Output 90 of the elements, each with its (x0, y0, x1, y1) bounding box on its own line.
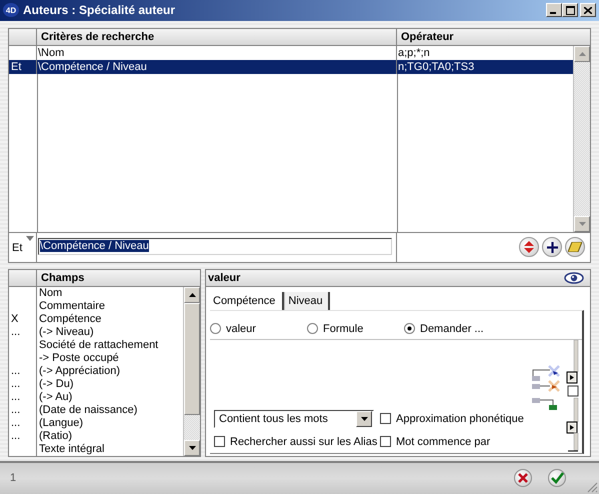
column-header: Champs (40, 270, 86, 286)
cancel-button[interactable] (514, 469, 532, 488)
list-item[interactable]: ... (Date de naissance) (9, 404, 183, 417)
checkbox-icon[interactable] (214, 436, 225, 448)
criterion-field[interactable]: \Compétence / Niveau (38, 238, 392, 255)
list-item[interactable]: Société de rattachement (9, 338, 183, 352)
list-item[interactable]: ... (-> Du) (9, 378, 183, 391)
radio-checked-icon[interactable] (404, 323, 415, 334)
field-name: Compétence (38, 312, 102, 326)
scrollbar[interactable] (573, 46, 590, 232)
app-logo: 4D (3, 3, 19, 18)
minimize-button[interactable] (546, 3, 562, 18)
x-icon (517, 472, 529, 484)
radio-icon[interactable] (307, 323, 318, 334)
column-header: Opérateur (400, 30, 455, 45)
close-button[interactable] (580, 3, 596, 18)
field-name: Nom (38, 286, 64, 300)
field-name: -> Poste occupé (38, 352, 120, 365)
scroll-up-button[interactable] (184, 286, 200, 303)
column-header: Critères de recherche (37, 28, 397, 45)
checkbox-icon[interactable] (380, 436, 391, 448)
down-arrow-icon (578, 222, 586, 226)
list-item[interactable]: -> Poste occupé (9, 352, 183, 365)
radio-icon[interactable] (210, 323, 221, 334)
conjunction-label: Et (12, 242, 22, 254)
up-arrow-icon (188, 292, 196, 297)
table-row[interactable]: Et \Compétence / Niveau n;TG0;TA0;TS3 (9, 60, 573, 74)
field-name: (-> Niveau) (38, 326, 95, 339)
field-name: (-> Appréciation) (38, 364, 122, 378)
checkbox-icon[interactable] (380, 413, 391, 424)
panel-title: valeur (208, 272, 240, 284)
field-name: (Langue) (38, 416, 84, 430)
list-item[interactable]: Nom (9, 286, 183, 300)
field-mark: ... (9, 404, 37, 417)
eraser-icon (568, 242, 582, 252)
checkmark-icon (550, 472, 564, 484)
field-name: (Date de naissance) (38, 404, 138, 417)
field-name: Texte intégral (38, 442, 106, 456)
radio-option[interactable]: Demander ... (404, 322, 501, 335)
dropdown-arrow-icon (360, 416, 368, 421)
ok-button[interactable] (548, 469, 566, 488)
list-item[interactable]: ... (-> Niveau) (9, 326, 183, 339)
radio-option[interactable]: Formule (307, 322, 404, 335)
field-mark: ... (9, 430, 37, 443)
match-dropdown[interactable]: Contient tous les mots (214, 410, 374, 428)
field-name: (-> Au) (38, 390, 74, 404)
sort-button[interactable] (519, 237, 539, 258)
up-down-arrows-icon (523, 240, 535, 254)
list-item[interactable]: ... (Langue) (9, 416, 183, 430)
scroll-down-button[interactable] (184, 440, 200, 456)
scrollbar[interactable] (183, 286, 200, 456)
erase-button[interactable] (565, 237, 585, 258)
field-name: Commentaire (38, 300, 106, 313)
table-cell-text: a;p;*;n (397, 46, 431, 60)
tab[interactable]: Niveau (284, 292, 330, 310)
window-title: Auteurs : Spécialité auteur (23, 3, 176, 18)
list-item[interactable]: ... (-> Au) (9, 390, 183, 404)
scroll-thumb[interactable] (184, 302, 200, 415)
maximize-icon (566, 6, 574, 15)
field-mark: ... (9, 416, 37, 430)
checkbox-option[interactable]: Rechercher aussi sur les Alias (214, 436, 380, 448)
list-item[interactable]: ... (-> Appréciation) (9, 364, 183, 378)
list-item[interactable]: ... (Ratio) (9, 430, 183, 443)
table-cell: Et (9, 60, 37, 74)
up-arrow-icon (578, 52, 586, 56)
checkbox-option[interactable]: Mot commence par (380, 436, 532, 448)
plus-icon (546, 242, 558, 253)
resize-grip-icon[interactable] (586, 481, 598, 493)
list-item[interactable]: Commentaire (9, 300, 183, 313)
down-arrow-icon (188, 446, 196, 450)
field-mark: X (9, 312, 37, 326)
add-button[interactable] (542, 237, 562, 258)
dropdown-arrow-icon[interactable] (26, 236, 34, 241)
close-icon (584, 6, 592, 14)
field-mark: ... (9, 378, 37, 391)
table-cell: \Compétence / Niveau (37, 60, 397, 74)
table-cell-text: n;TG0;TA0;TS3 (397, 60, 476, 74)
radio-option[interactable]: valeur (210, 322, 307, 335)
checkbox-option[interactable]: Approximation phonétique (380, 412, 532, 425)
field-mark: ... (9, 390, 37, 404)
list-item[interactable]: X Compétence (9, 312, 183, 326)
record-count: 1 (10, 472, 18, 484)
maximize-button[interactable] (562, 3, 578, 18)
field-name: (-> Du) (38, 378, 75, 391)
list-item[interactable]: Texte intégral (9, 442, 183, 456)
eye-icon[interactable] (564, 272, 584, 284)
field-name: (Ratio) (38, 430, 74, 443)
field-name: Société de rattachement (38, 338, 160, 352)
field-mark: ... (9, 326, 37, 339)
field-mark: ... (9, 364, 37, 378)
